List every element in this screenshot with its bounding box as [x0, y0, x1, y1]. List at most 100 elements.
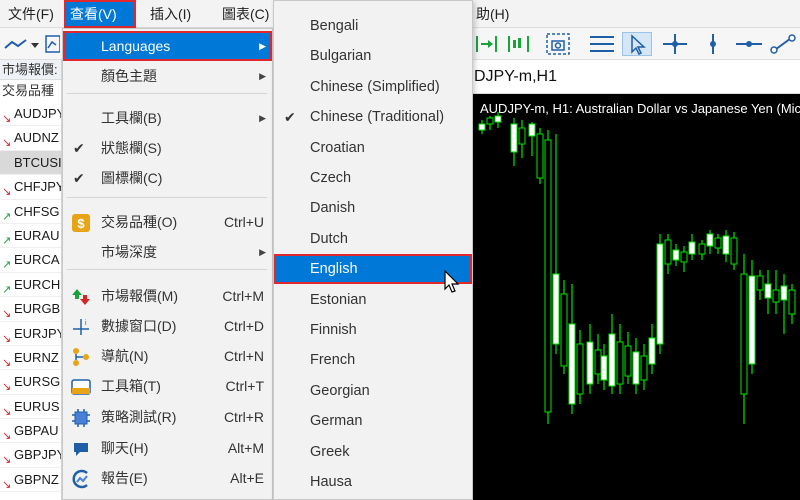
market-watch-symbol: GBPJPY	[14, 447, 62, 463]
screenshot-icon[interactable]	[544, 32, 574, 56]
menu-item-icon-bar[interactable]: ✔ 圖標欄(C)	[63, 163, 272, 193]
menu-item-label: 工具欄(B)	[101, 110, 162, 126]
market-watch-row[interactable]: ↗ CHFSG	[0, 200, 61, 224]
candle-body	[730, 237, 738, 265]
candle-body	[478, 123, 486, 131]
language-option-bengali[interactable]: Bengali	[274, 11, 472, 41]
market-watch-row[interactable]: ↘ AUDNZ	[0, 126, 61, 151]
menu-item-label: Languages	[101, 38, 171, 54]
chart-icon[interactable]	[44, 32, 60, 56]
candle-body	[594, 349, 602, 375]
language-option-bulgarian[interactable]: Bulgarian	[274, 41, 472, 71]
menu-file[interactable]: 文件(F)	[2, 0, 60, 28]
candle-body	[688, 241, 696, 255]
market-watch-row[interactable]: ↘ EURJPY	[0, 322, 61, 346]
horizontal-line-icon[interactable]	[734, 32, 764, 56]
menu-item-status-bar[interactable]: ✔ 狀態欄(S)	[63, 133, 272, 163]
candle-body	[656, 243, 664, 345]
menu-item-label: 交易品種(O)	[101, 214, 178, 230]
svg-text:$: $	[77, 216, 85, 231]
candle-body	[518, 127, 526, 145]
language-option-greek[interactable]: Greek	[274, 437, 472, 467]
market-watch-row[interactable]: ↘ CHFJPY	[0, 175, 61, 200]
chart-shift-icon[interactable]	[504, 32, 534, 56]
cursor-icon[interactable]	[622, 32, 652, 56]
candle-body	[624, 345, 632, 377]
language-option-hausa[interactable]: Hausa	[274, 467, 472, 497]
candle-body	[740, 273, 748, 395]
toolbox-icon	[71, 377, 91, 397]
language-option-finnish[interactable]: Finnish	[274, 315, 472, 345]
menu-item-depth-of-market[interactable]: 市場深度 ▶	[63, 237, 272, 267]
menu-item-shortcut: Ctrl+U	[223, 214, 264, 230]
market-watch-symbol: EURGB	[14, 301, 61, 317]
language-option-dutch[interactable]: Dutch	[274, 224, 472, 254]
chart-canvas[interactable]: AUDJPY-m, H1: Australian Dollar vs Japan…	[470, 94, 800, 500]
market-watch-row[interactable]: ↘ EURUS	[0, 395, 61, 420]
menu-item-toolbox[interactable]: 工具箱(T) Ctrl+T	[63, 371, 272, 401]
market-watch-row[interactable]: ↘ AUDJPY	[0, 102, 61, 127]
language-option-chinese-traditional[interactable]: ✔ Chinese (Traditional)	[274, 102, 472, 132]
market-watch-row[interactable]: ↘ EURSG	[0, 370, 61, 395]
market-watch-row[interactable]: ↗ EURCA	[0, 248, 61, 273]
menu-charts[interactable]: 圖表(C)	[216, 0, 275, 28]
menu-view[interactable]: 查看(V)	[64, 0, 136, 28]
menu-item-data-window[interactable]: i 數據窗口(D) Ctrl+D	[63, 311, 272, 341]
market-watch-row[interactable]: ↘ GBPNZ	[0, 468, 61, 493]
language-option-estonian[interactable]: Estonian	[274, 285, 472, 315]
market-watch-rows: ↘ AUDJPY ↘ AUDNZ BTCUSI ↘ CHFJPY ↗ CHFSG ↗ EURAU ↗ E…	[0, 102, 62, 493]
vertical-line-icon[interactable]	[700, 32, 726, 56]
autoscroll-icon[interactable]	[474, 32, 500, 56]
menu-insert[interactable]: 插入(I)	[144, 0, 197, 28]
menu-item-shortcut: Alt+M	[227, 440, 264, 456]
menu-item-color-theme[interactable]: 顏色主題 ▶	[63, 61, 272, 91]
market-watch-row[interactable]: ↘ EURNZ	[0, 346, 61, 371]
menu-item-label: 聊天(H)	[101, 440, 149, 456]
chart-window-title[interactable]: DJPY-m,H1	[470, 60, 800, 94]
market-watch-row[interactable]: ↘ EURGB	[0, 297, 61, 322]
candle-body	[608, 333, 616, 387]
language-option-french[interactable]: French	[274, 345, 472, 375]
market-watch-row[interactable]: ↘ GBPJPY	[0, 443, 62, 468]
language-option-croatian[interactable]: Croatian	[274, 133, 472, 163]
language-option-czech[interactable]: Czech	[274, 163, 472, 193]
candle-body	[544, 139, 552, 413]
candle-body	[576, 343, 584, 395]
menu-item-navigator[interactable]: 導航(N) Ctrl+N	[63, 341, 272, 371]
submenu-arrow-icon: ▶	[259, 247, 266, 257]
menu-item-strategy-tester[interactable]: 策略測試(R) Ctrl+R	[63, 402, 272, 432]
menu-separator	[67, 197, 267, 198]
candle-body	[722, 235, 730, 255]
menu-item-reports[interactable]: 報告(E) Alt+E	[63, 463, 272, 493]
market-watch-row[interactable]: ↗ EURCH	[0, 273, 61, 298]
menu-item-toolbars[interactable]: 工具欄(B) ▶	[63, 103, 272, 133]
language-option-danish[interactable]: Danish	[274, 193, 472, 223]
chart-caption: AUDJPY-m, H1: Australian Dollar vs Japan…	[480, 101, 800, 116]
menu-item-label: 市場深度	[101, 244, 157, 260]
checkmark-icon: ✔	[73, 140, 85, 156]
language-option-german[interactable]: German	[274, 406, 472, 436]
menu-item-languages[interactable]: Languages ▶	[63, 31, 272, 61]
candle-body	[494, 115, 502, 123]
market-watch-symbol: GBPAU	[14, 423, 59, 439]
language-option-english[interactable]: English	[274, 254, 472, 285]
language-label: German	[310, 413, 363, 430]
market-watch-row[interactable]: ↘ GBPAU	[0, 419, 61, 444]
market-watch-symbol-header[interactable]: 交易品種	[0, 80, 61, 102]
trendline-icon[interactable]	[768, 32, 798, 56]
language-option-chinese-simplified[interactable]: Chinese (Simplified)	[274, 72, 472, 102]
chart-type-icon[interactable]	[2, 32, 42, 56]
menu-item-label: 圖標欄(C)	[101, 170, 163, 186]
menu-item-symbols[interactable]: $ 交易品種(O) Ctrl+U	[63, 207, 272, 237]
menu-item-market-watch[interactable]: 市場報價(M) Ctrl+M	[63, 281, 272, 311]
crosshair-icon[interactable]	[660, 32, 690, 56]
menu-item-chat[interactable]: 聊天(H) Alt+M	[63, 433, 272, 463]
language-label: Estonian	[310, 291, 367, 308]
market-watch-row[interactable]: ↗ EURAU	[0, 224, 61, 249]
candle-body	[640, 355, 648, 381]
market-watch-symbol: BTCUSI	[14, 154, 62, 170]
lines-icon[interactable]	[586, 32, 618, 56]
menu-help[interactable]: 助(H)	[470, 0, 515, 28]
market-watch-row[interactable]: BTCUSI	[0, 150, 62, 176]
language-option-georgian[interactable]: Georgian	[274, 376, 472, 406]
